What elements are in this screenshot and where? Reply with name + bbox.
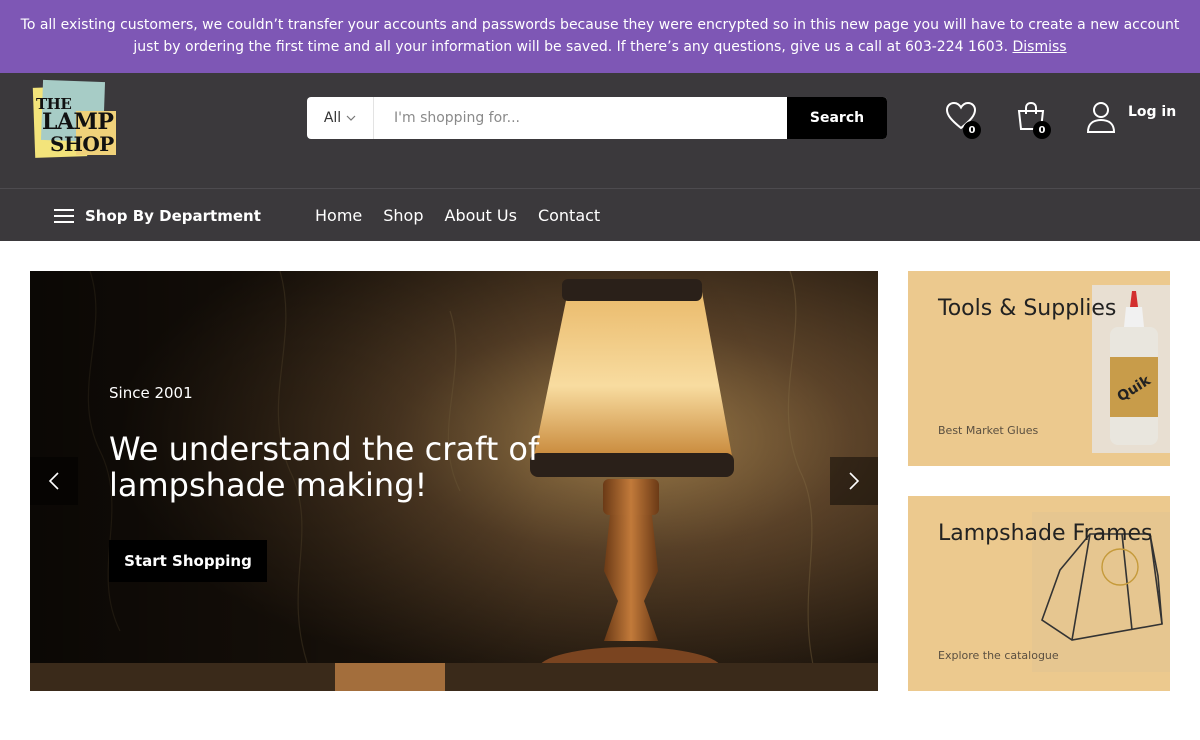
user-icon: [1086, 102, 1116, 133]
nav-item-contact[interactable]: Contact: [538, 206, 600, 225]
search-button[interactable]: Search: [787, 97, 887, 139]
chevron-down-icon: [346, 115, 356, 121]
logo-line2: LAMP: [42, 109, 114, 135]
nav-item-about-us[interactable]: About Us: [445, 206, 517, 225]
login-link[interactable]: Log in: [1086, 101, 1176, 133]
category-select[interactable]: All: [307, 97, 374, 139]
nav-item-shop[interactable]: Shop: [383, 206, 423, 225]
chevron-right-icon: [849, 472, 860, 490]
promo-title: Lampshade Frames: [938, 521, 1153, 546]
promo-subtitle: Explore the catalogue: [938, 649, 1059, 662]
hero-headline: We understand the craft of lampshade mak…: [109, 430, 540, 504]
login-label: Log in: [1128, 104, 1177, 120]
hero-eyebrow: Since 2001: [109, 384, 193, 402]
site-header: THE LAMP SHOP All Search 0 0 Log in: [0, 73, 1200, 188]
promo-subtitle: Best Market Glues: [938, 424, 1039, 437]
hero-slider: Since 2001 We understand the craft of la…: [30, 271, 878, 691]
cart-button[interactable]: 0: [1015, 101, 1051, 139]
shop-by-department-button[interactable]: Shop By Department: [54, 189, 261, 242]
promo-lampshade-frames[interactable]: Lampshade Frames Explore the catalogue: [908, 496, 1170, 691]
logo-line3: SHOP: [50, 132, 114, 156]
hamburger-menu-icon: [54, 208, 74, 223]
category-label: All: [323, 110, 342, 126]
wishlist-count-badge: 0: [963, 121, 981, 139]
search-input[interactable]: [374, 97, 787, 139]
promo-tools-supplies[interactable]: Tools & Supplies Quik Best Market Glues: [908, 271, 1170, 466]
site-logo[interactable]: THE LAMP SHOP: [32, 79, 116, 158]
dismiss-link[interactable]: Dismiss: [1013, 39, 1067, 55]
promo-title: Tools & Supplies: [938, 296, 1117, 321]
cart-count-badge: 0: [1033, 121, 1051, 139]
hero-prev-button[interactable]: [30, 457, 78, 505]
notice-text: To all existing customers, we couldn’t t…: [20, 17, 1180, 55]
hero-next-button[interactable]: [830, 457, 878, 505]
wishlist-button[interactable]: 0: [945, 101, 981, 139]
chevron-left-icon: [48, 472, 59, 490]
department-label: Shop By Department: [85, 206, 261, 225]
notice-banner: To all existing customers, we couldn’t t…: [0, 0, 1200, 73]
main-nav: Shop By Department Home Shop About Us Co…: [0, 188, 1200, 241]
nav-menu: Home Shop About Us Contact: [315, 189, 600, 242]
start-shopping-button[interactable]: Start Shopping: [109, 540, 267, 582]
search-bar: All Search: [307, 97, 887, 139]
nav-item-home[interactable]: Home: [315, 206, 362, 225]
